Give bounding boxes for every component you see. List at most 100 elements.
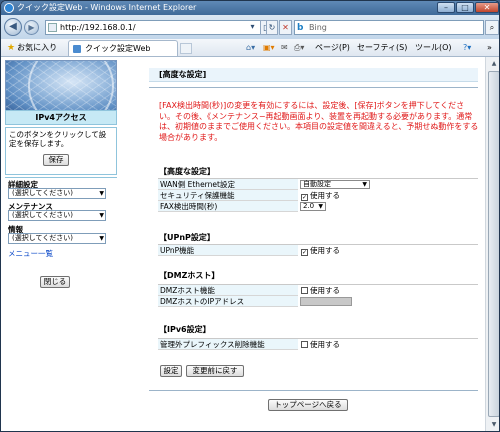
minimize-button[interactable]: –: [437, 2, 455, 13]
close-window-button[interactable]: ✕: [475, 2, 499, 13]
chevron-down-icon: ▼: [318, 203, 323, 210]
security-checkbox-label: 使用する: [310, 191, 340, 200]
stop-button[interactable]: ✕: [279, 20, 292, 35]
wan-ethernet-select[interactable]: 自動設定 ▼: [300, 180, 370, 189]
maintenance-menu-select[interactable]: (選択してください) ▼: [8, 210, 106, 221]
access-mode-label: IPv4アクセス: [5, 110, 117, 125]
menu-list-link[interactable]: メニュー一覧: [8, 248, 53, 259]
dmz-checkbox-label: 使用する: [310, 286, 340, 295]
divider: [149, 390, 478, 391]
info-menu-value: (選択してください): [12, 234, 74, 242]
advanced-section-title: 【高度な設定】: [159, 167, 215, 176]
close-page-button[interactable]: 閉じる: [40, 276, 70, 288]
search-button[interactable]: ⌕: [485, 20, 499, 35]
navigation-bar: ◀ ▶ http://192.168.0.1/ ▾ ◫ ↻ ✕ b Bing ⌕: [1, 15, 499, 39]
dmz-checkbox[interactable]: 使用する: [301, 286, 340, 295]
tab-label: クイック設定Web: [85, 44, 151, 53]
upnp-settings-table: UPnP機能 ✓ 使用する: [158, 244, 478, 256]
tab-page-icon: [73, 45, 81, 53]
window-title: クイック設定Web - Windows Internet Explorer: [17, 3, 197, 12]
search-box[interactable]: b Bing: [294, 20, 484, 35]
scrollbar-thumb[interactable]: [488, 71, 499, 417]
read-mail-icon[interactable]: ✉: [281, 42, 288, 54]
browser-tab[interactable]: クイック設定Web: [68, 40, 178, 56]
checkbox-square: [301, 287, 308, 294]
title-bar: クイック設定Web - Windows Internet Explorer – …: [1, 1, 499, 15]
page-menu[interactable]: ページ(P): [315, 42, 350, 54]
save-hint: このボタンをクリックして設定を保存します。: [9, 130, 107, 148]
ipv6-settings-table: 管理外プレフィックス削除機能 使用する: [158, 338, 478, 350]
divider: [149, 87, 478, 88]
table-row: FAX検出時間(秒) 2.0 ▼: [158, 201, 478, 212]
tools-menu[interactable]: ツール(O): [415, 42, 452, 54]
print-icon[interactable]: ⎙▾: [294, 42, 304, 54]
maintenance-menu-value: (選択してください): [12, 211, 74, 219]
apply-button[interactable]: 設定: [160, 365, 182, 377]
checkbox-square: [301, 341, 308, 348]
sidebar: IPv4アクセス このボタンをクリックして設定を保存します。 保存 詳細設定 (…: [1, 57, 120, 431]
maximize-button[interactable]: □: [456, 2, 474, 13]
scroll-down-icon[interactable]: ▼: [488, 419, 499, 431]
main-panel: [高度な設定] [FAX検出時間(秒)]の変更を有効にするには、設定後、[保存]…: [149, 57, 483, 431]
info-menu-select[interactable]: (選択してください) ▼: [8, 233, 106, 244]
home-icon[interactable]: ⌂▾: [246, 42, 255, 54]
back-button[interactable]: ◀: [4, 18, 22, 36]
forward-button[interactable]: ▶: [24, 20, 39, 35]
sidebar-menus: 詳細設定 (選択してください) ▼ メンテナンス (選択してください) ▼ 情報 (…: [5, 177, 117, 277]
logo-banner: [5, 60, 117, 114]
ipv6-section-title: 【IPv6設定】: [159, 325, 211, 334]
advanced-menu-select[interactable]: (選択してください) ▼: [8, 188, 106, 199]
wan-ethernet-label: WAN側 Ethernet設定: [160, 180, 235, 189]
top-page-button[interactable]: トップページへ戻る: [268, 399, 348, 411]
warning-text: [FAX検出時間(秒)]の変更を有効にするには、設定後、[保存]ボタンを押下して…: [159, 101, 479, 142]
revert-button[interactable]: 変更前に戻す: [186, 365, 244, 377]
prefix-delete-label: 管理外プレフィックス削除機能: [160, 340, 265, 349]
table-row: DMZホストのIPアドレス: [158, 296, 478, 307]
star-icon: ★: [7, 43, 16, 53]
fax-detect-select[interactable]: 2.0 ▼: [300, 202, 326, 211]
security-checkbox[interactable]: ✓ 使用する: [301, 191, 340, 201]
search-engine-label: Bing: [309, 23, 327, 32]
save-panel: このボタンをクリックして設定を保存します。 保存: [5, 127, 117, 175]
fax-detect-label: FAX検出時間(秒): [160, 202, 218, 211]
chevron-down-icon: ▼: [99, 190, 104, 197]
browser-window: クイック設定Web - Windows Internet Explorer – …: [0, 0, 500, 432]
new-tab-button[interactable]: [180, 43, 192, 54]
more-icon[interactable]: »: [487, 42, 492, 54]
dmz-settings-table: DMZホスト機能 使用する DMZホストのIPアドレス: [158, 284, 478, 307]
security-label: セキュリティ保護機能: [160, 191, 235, 200]
favorites-bar: ★ お気に入り クイック設定Web ⌂▾ ▣▾ ✉ ⎙▾ ページ(P) セーフティ…: [1, 39, 499, 57]
chevron-down-icon: ▼: [362, 181, 367, 188]
dmz-label: DMZホスト機能: [160, 286, 215, 295]
page-content: IPv4アクセス このボタンをクリックして設定を保存します。 保存 詳細設定 (…: [1, 57, 499, 431]
upnp-section-title: 【UPnP設定】: [159, 233, 215, 242]
table-row: 管理外プレフィックス削除機能 使用する: [158, 339, 478, 350]
upnp-checkbox[interactable]: ✓ 使用する: [301, 246, 340, 256]
refresh-button[interactable]: ↻: [266, 20, 278, 35]
favorites-button[interactable]: ★ お気に入り: [7, 41, 57, 54]
vertical-scrollbar[interactable]: ▲ ▼: [485, 57, 499, 431]
bing-icon: b: [297, 23, 304, 33]
dmz-ip-input[interactable]: [300, 297, 352, 306]
upnp-checkbox-label: 使用する: [310, 246, 340, 255]
table-row: DMZホスト機能 使用する: [158, 285, 478, 296]
checkmark-icon: ✓: [301, 194, 308, 201]
fax-detect-value: 2.0: [303, 202, 315, 210]
address-dropdown-icon[interactable]: ▾: [248, 20, 257, 35]
save-button[interactable]: 保存: [43, 154, 69, 166]
address-bar[interactable]: http://192.168.0.1/: [45, 20, 276, 35]
ie-logo-icon: [4, 3, 14, 13]
scroll-up-icon[interactable]: ▲: [488, 58, 499, 70]
advanced-menu-value: (選択してください): [12, 189, 74, 197]
safety-menu[interactable]: セーフティ(S): [357, 42, 407, 54]
wan-ethernet-value: 自動設定: [303, 180, 331, 188]
help-icon[interactable]: ?▾: [463, 42, 471, 54]
feeds-icon[interactable]: ▣▾: [263, 42, 275, 54]
upnp-label: UPnP機能: [160, 246, 195, 255]
table-row: WAN側 Ethernet設定 自動設定 ▼: [158, 179, 478, 190]
prefix-delete-checkbox[interactable]: 使用する: [301, 340, 340, 349]
page-title: [高度な設定]: [149, 68, 478, 82]
checkmark-icon: ✓: [301, 249, 308, 256]
dmz-ip-label: DMZホストのIPアドレス: [160, 297, 245, 306]
chevron-down-icon: ▼: [99, 212, 104, 219]
